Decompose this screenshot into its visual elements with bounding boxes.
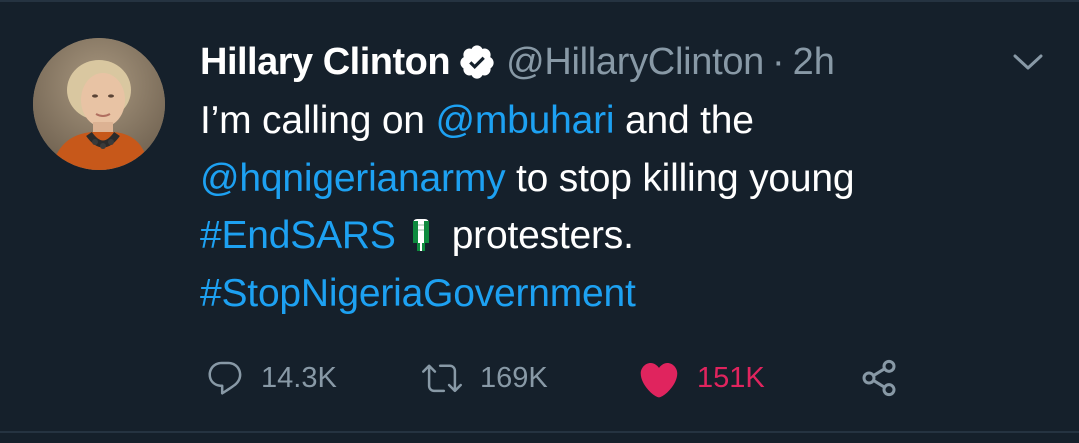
avatar-image bbox=[33, 38, 165, 170]
share-icon bbox=[862, 359, 896, 397]
like-count: 151K bbox=[697, 361, 765, 394]
like-button[interactable]: 151K bbox=[637, 356, 765, 400]
tweet-time[interactable]: 2h bbox=[793, 41, 835, 84]
retweet-button[interactable]: 169K bbox=[420, 356, 548, 400]
tweet-line: #EndSARS protesters. bbox=[200, 207, 1020, 265]
tweet-line: I’m calling on @mbuhari and the bbox=[200, 92, 1020, 150]
retweet-icon bbox=[422, 364, 462, 393]
mention-hqnigerianarmy[interactable]: @hqnigerianarmy bbox=[200, 157, 506, 200]
author-handle[interactable]: @HillaryClinton bbox=[506, 41, 764, 84]
share-button[interactable] bbox=[857, 356, 901, 400]
text-segment: protesters. bbox=[451, 214, 634, 257]
hashtag-stopnigeriagovernment[interactable]: #StopNigeriaGovernment bbox=[200, 272, 636, 315]
separator-dot: · bbox=[772, 40, 785, 83]
tweet-line: #StopNigeriaGovernment bbox=[200, 265, 1020, 323]
reply-count: 14.3K bbox=[261, 361, 337, 394]
bottom-divider bbox=[0, 431, 1079, 433]
tweet-text: I’m calling on @mbuhari and the @hqniger… bbox=[200, 92, 1020, 322]
reply-icon bbox=[208, 361, 242, 395]
heart-icon bbox=[640, 362, 678, 398]
top-divider bbox=[0, 0, 1079, 2]
avatar[interactable] bbox=[33, 38, 165, 170]
text-segment: and the bbox=[614, 99, 754, 142]
mention-mbuhari[interactable]: @mbuhari bbox=[435, 99, 614, 142]
text-segment: to stop killing young bbox=[505, 156, 855, 200]
reply-button[interactable]: 14.3K bbox=[205, 356, 337, 400]
tweet-actions: 14.3K 169K 151K bbox=[0, 356, 1079, 400]
author-name[interactable]: Hillary Clinton bbox=[200, 41, 451, 84]
retweet-count: 169K bbox=[480, 361, 548, 394]
chevron-down-icon[interactable] bbox=[1010, 46, 1046, 78]
hashtag-endsars[interactable]: #EndSARS bbox=[200, 214, 396, 257]
verified-badge-icon bbox=[458, 43, 496, 81]
tweet-line: @hqnigerianarmy to stop killing young bbox=[200, 150, 1020, 208]
text-segment: I’m calling on bbox=[200, 99, 436, 142]
tweet-header: Hillary Clinton @HillaryClinton · 2h bbox=[200, 38, 835, 86]
raised-fist-flag-icon bbox=[408, 213, 434, 251]
